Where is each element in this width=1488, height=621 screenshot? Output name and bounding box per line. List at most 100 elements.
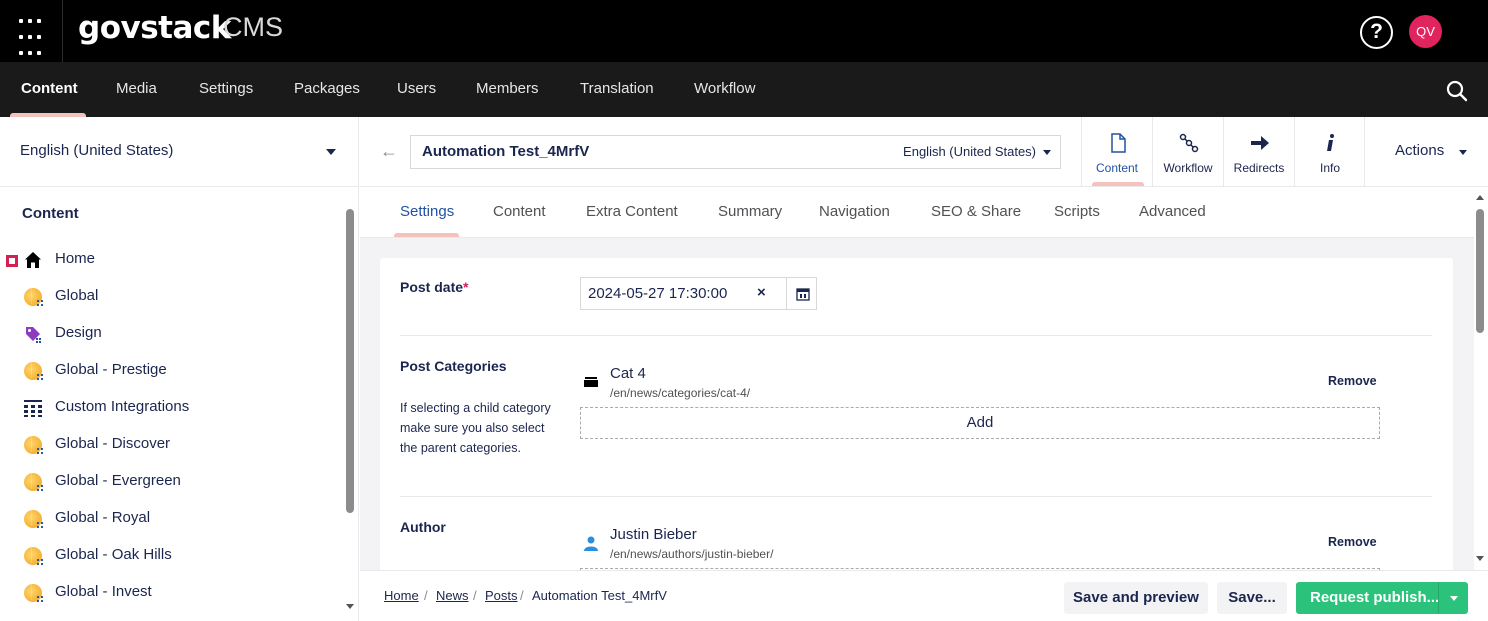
caret-down-icon xyxy=(326,149,336,155)
app-tab-workflow[interactable]: Workflow xyxy=(1152,117,1223,187)
app-tab-content[interactable]: Content xyxy=(1081,117,1152,187)
info-icon xyxy=(1327,134,1334,151)
breadcrumb-posts[interactable]: Posts xyxy=(485,588,518,603)
tree-item-global-discover[interactable]: Global - Discover xyxy=(0,426,345,463)
caret-down-icon xyxy=(1459,150,1467,155)
editor-footer: Home / News / Posts / Automation Test_4M… xyxy=(360,570,1488,621)
tree-item-label: Global - Discover xyxy=(55,435,171,452)
nav-media[interactable]: Media xyxy=(116,62,157,117)
nav-translation[interactable]: Translation xyxy=(580,62,654,117)
nav-settings[interactable]: Settings xyxy=(199,62,253,117)
post-date-value: 2024-05-27 17:30:00 xyxy=(588,285,728,302)
tree-item-label: Global - Invest xyxy=(55,583,152,600)
user-icon xyxy=(584,536,598,551)
search-icon[interactable] xyxy=(1446,80,1468,102)
actions-menu-button[interactable]: Actions xyxy=(1364,117,1488,187)
breadcrumb-home[interactable]: Home xyxy=(384,588,419,603)
post-categories-description: If selecting a child category make sure … xyxy=(400,401,551,455)
breadcrumb-separator: / xyxy=(424,588,428,603)
brand-logo: govstack xyxy=(78,10,231,46)
app-switcher-icon[interactable] xyxy=(0,0,62,62)
document-icon xyxy=(1111,133,1126,153)
add-category-button[interactable]: Add xyxy=(580,407,1380,439)
brand-divider xyxy=(62,0,63,62)
post-date-field[interactable]: 2024-05-27 17:30:00 × xyxy=(580,277,817,310)
tab-summary[interactable]: Summary xyxy=(718,203,782,220)
tab-navigation[interactable]: Navigation xyxy=(819,203,890,220)
scroll-down-icon[interactable] xyxy=(1476,556,1484,561)
actions-label: Actions xyxy=(1395,142,1445,159)
tree-item-global-oak-hills[interactable]: Global - Oak Hills xyxy=(0,537,345,574)
sidebar-scrollbar[interactable] xyxy=(346,209,354,513)
tab-scripts[interactable]: Scripts xyxy=(1054,203,1100,220)
breadcrumb-news[interactable]: News xyxy=(436,588,469,603)
app-tab-label: Workflow xyxy=(1163,161,1213,175)
request-publish-button[interactable]: Request publish... xyxy=(1296,582,1468,614)
help-icon[interactable]: ? xyxy=(1360,16,1393,49)
app-tab-redirects[interactable]: Redirects xyxy=(1223,117,1294,187)
tag-icon xyxy=(26,327,41,343)
brand-subtitle: CMS xyxy=(223,12,283,42)
tree-item-label: Design xyxy=(55,324,102,341)
tree-item-global-royal[interactable]: Global - Royal xyxy=(0,500,345,537)
tab-active-indicator xyxy=(394,233,459,237)
user-avatar[interactable]: QV xyxy=(1409,15,1442,48)
tab-settings[interactable]: Settings xyxy=(400,203,454,220)
tree-item-label: Global - Royal xyxy=(55,509,151,526)
main-scrollbar[interactable] xyxy=(1476,209,1484,333)
category-url: /en/news/categories/cat-4/ xyxy=(610,386,751,400)
content-name-value: Automation Test_4MrfV xyxy=(422,143,590,160)
save-button[interactable]: Save... xyxy=(1217,582,1287,614)
nav-content[interactable]: Content xyxy=(21,62,78,117)
calendar-button[interactable] xyxy=(786,278,817,309)
tab-seo-share[interactable]: SEO & Share xyxy=(931,203,1021,220)
tree-item-home[interactable]: Home xyxy=(0,241,345,278)
caret-down-icon[interactable] xyxy=(1450,596,1458,601)
remove-author-button[interactable]: Remove xyxy=(1328,535,1377,549)
required-marker: * xyxy=(463,279,469,295)
arrow-right-icon xyxy=(1251,136,1269,150)
tab-extra-content[interactable]: Extra Content xyxy=(586,203,678,220)
tree-item-label: Global - Evergreen xyxy=(55,472,181,489)
button-divider xyxy=(1438,582,1439,614)
author-url: /en/news/authors/justin-bieber/ xyxy=(610,547,774,561)
category-item: Cat 4 /en/news/categories/cat-4/ Remove xyxy=(580,365,1380,405)
app-tab-label: Redirects xyxy=(1233,161,1285,175)
tab-content[interactable]: Content xyxy=(493,203,546,220)
breadcrumb-separator: / xyxy=(473,588,477,603)
sidebar: English (United States) Content Home Glo… xyxy=(0,117,359,621)
tree-item-global-invest[interactable]: Global - Invest xyxy=(0,574,345,611)
app-tab-label: Content xyxy=(1095,161,1139,175)
tree-item-global-prestige[interactable]: Global - Prestige xyxy=(0,352,345,389)
tree-item-custom-integrations[interactable]: Custom Integrations xyxy=(0,389,345,426)
tab-advanced[interactable]: Advanced xyxy=(1139,203,1206,220)
tree-item-global-evergreen[interactable]: Global - Evergreen xyxy=(0,463,345,500)
app-tab-label: Info xyxy=(1319,161,1340,175)
back-arrow-icon[interactable]: ← xyxy=(380,141,398,162)
nav-packages[interactable]: Packages xyxy=(294,62,360,117)
properties-panel: Post date* 2024-05-27 17:30:00 × Post Ca… xyxy=(380,258,1453,570)
language-select[interactable]: English (United States) xyxy=(0,117,359,187)
nav-users[interactable]: Users xyxy=(397,62,436,117)
scroll-down-icon[interactable] xyxy=(346,604,354,609)
author-label: Author xyxy=(400,519,446,535)
post-date-label: Post date* xyxy=(400,279,469,295)
app-tab-info[interactable]: Info xyxy=(1294,117,1365,187)
author-item: Justin Bieber /en/news/authors/justin-bi… xyxy=(580,526,1380,566)
clear-icon[interactable]: × xyxy=(757,284,766,301)
scroll-up-icon[interactable] xyxy=(1476,195,1484,200)
nav-members[interactable]: Members xyxy=(476,62,539,117)
content-name-input[interactable]: Automation Test_4MrfV English (United St… xyxy=(410,135,1061,169)
save-and-preview-button[interactable]: Save and preview xyxy=(1064,582,1208,614)
tree-item-design[interactable]: Design xyxy=(0,315,345,352)
tree-item-label: Global - Oak Hills xyxy=(55,546,172,563)
home-icon xyxy=(25,252,41,268)
nav-workflow[interactable]: Workflow xyxy=(694,62,755,117)
globe-icon xyxy=(24,288,44,307)
globe-icon xyxy=(24,547,44,566)
variant-select[interactable]: English (United States) xyxy=(903,144,1036,159)
tree-item-global[interactable]: Global xyxy=(0,278,345,315)
app-tab-active-indicator xyxy=(1092,182,1144,186)
globe-icon xyxy=(24,473,44,492)
remove-category-button[interactable]: Remove xyxy=(1328,374,1377,388)
